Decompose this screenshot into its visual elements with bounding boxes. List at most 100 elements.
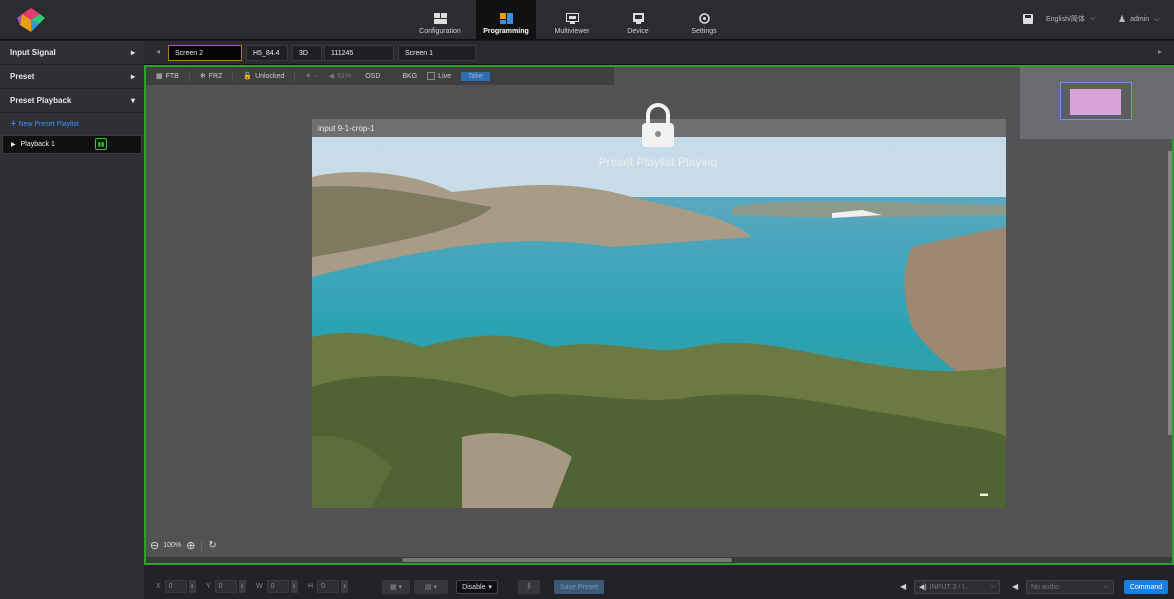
divider [232, 71, 234, 81]
layout-dropdown[interactable]: ▦ ▾ [382, 580, 410, 594]
speaker-icon: ◀ [1012, 582, 1019, 591]
lock-toggle[interactable]: 🔓 Unlocked [243, 72, 284, 81]
sidebar-item-preset[interactable]: Preset ▸ [0, 65, 144, 89]
sidebar-item-label: Preset Playback [10, 96, 72, 105]
divider [294, 71, 296, 81]
nav-multiviewer[interactable]: Multiviewer [542, 0, 602, 40]
disable-select[interactable]: Disable ▾ [456, 580, 498, 594]
ftb-button[interactable]: ▦ FTB [156, 72, 179, 81]
nav-device[interactable]: Device [608, 0, 668, 40]
chevron-right-icon: ▸ [130, 48, 135, 57]
user-icon: ♟ [1118, 14, 1127, 24]
audio-input-select[interactable]: ◀) INPUT 3 / I... ⌵ [914, 580, 1000, 594]
screen-thumbnail[interactable] [1020, 67, 1174, 139]
device-icon [632, 13, 644, 24]
osd-button[interactable]: OSD [365, 73, 380, 80]
playing-icon[interactable]: ▮▮ [95, 138, 107, 150]
volume-control[interactable]: ◀ 61% [328, 72, 351, 81]
layer-dropdown[interactable]: ▤ ▾ [414, 580, 448, 594]
tab-111245[interactable]: 111245 [324, 45, 394, 61]
divider [188, 71, 190, 81]
canvas-toolbar: ▦ FTB ❄ FRZ 🔓 Unlocked ✷ -- ◀ 61% OSD BKG Liv… [146, 67, 614, 85]
frz-button[interactable]: ❄ FRZ [199, 72, 223, 81]
x-stepper[interactable]: ⇕ [188, 580, 196, 593]
bottom-bar: X 0 ⇕ Y 0 ⇕ W 0 ⇕ H 0 ⇕ ▦ ▾ ▤ ▾ Disable ▾… [144, 565, 1174, 599]
overlay-message: Preset Playlist Playing [598, 155, 718, 169]
brightness-control[interactable]: ✷ -- [305, 72, 319, 81]
tab-label: Screen 2 [175, 49, 204, 57]
playlist-item[interactable]: ▶ Playback 1 ▮▮ [2, 135, 142, 154]
disable-label: Disable [462, 583, 486, 591]
nav-settings[interactable]: Settings [674, 0, 734, 40]
language-select[interactable]: English/简体 ⌵ [1046, 14, 1095, 24]
expand-icon: ▶ [11, 142, 16, 148]
layer-title-label: input 9-1-crop-1 [318, 123, 375, 133]
sidebar-item-input-signal[interactable]: Input Signal ▸ [0, 41, 144, 65]
w-input[interactable]: 0 [266, 580, 289, 593]
volume-icon: ◀ [328, 73, 335, 80]
tab-label: 111245 [331, 49, 354, 57]
command-button[interactable]: Command [1124, 580, 1168, 594]
freeze-icon: ❄ [199, 73, 206, 80]
ftb-icon: ▦ [156, 73, 163, 80]
reset-zoom-icon[interactable]: ↻ [208, 540, 216, 551]
align-button[interactable]: ⫼ [518, 580, 540, 594]
sidebar-item-preset-playback[interactable]: Preset Playback ▾ [0, 89, 144, 113]
zoom-in-icon[interactable]: ⊕ [186, 539, 195, 552]
nav-configuration[interactable]: Configuration [410, 0, 470, 40]
layers-icon: ▤ ▾ [424, 584, 438, 591]
h-input[interactable]: 0 [317, 580, 340, 593]
brightness-value: -- [314, 72, 319, 80]
user-menu[interactable]: ♟ admin ⌵ [1118, 14, 1159, 25]
horizontal-scrollbar[interactable] [146, 557, 1172, 563]
screen-canvas[interactable]: ▦ FTB ❄ FRZ 🔓 Unlocked ✷ -- ◀ 61% OSD BKG Liv… [144, 65, 1174, 565]
tab-h5-84-4[interactable]: H5_84.4 [246, 45, 288, 61]
vertical-scrollbar[interactable] [1168, 151, 1172, 435]
lock-icon [642, 103, 674, 147]
nav-programming-label: Programming [483, 28, 529, 35]
nav-settings-label: Settings [691, 28, 717, 35]
user-name: admin [1130, 16, 1150, 23]
audio-input-label: INPUT 3 / I... [929, 583, 971, 591]
chevron-down-icon: ⌵ [1089, 15, 1096, 22]
save-preset-button[interactable]: Save Preset [554, 580, 604, 594]
frz-label: FRZ [208, 72, 223, 80]
nav-programming[interactable]: Programming [476, 0, 536, 40]
w-stepper[interactable]: ⇕ [290, 580, 298, 593]
scrollbar-thumb[interactable] [402, 558, 732, 562]
y-input[interactable]: 0 [214, 580, 237, 593]
h-field: H 0 ⇕ [308, 580, 349, 593]
x-input[interactable]: 0 [164, 580, 187, 593]
tab-screen-1[interactable]: Screen 1 [398, 45, 476, 61]
chevron-right-icon: ▸ [130, 72, 135, 81]
scroll-right-icon[interactable]: ▸ [1158, 47, 1162, 56]
nav-device-label: Device [627, 28, 649, 35]
scroll-left-icon[interactable]: ◂ [156, 47, 160, 56]
programming-icon [499, 13, 513, 24]
x-field: X 0 ⇕ [156, 580, 196, 593]
playlist-label: Playback 1 [20, 141, 55, 148]
save-icon[interactable] [1023, 14, 1033, 24]
sidebar-item-label: Input Signal [10, 48, 56, 57]
live-checkbox[interactable]: Live [427, 72, 451, 80]
h-label: H [308, 583, 314, 590]
tab-screen-2[interactable]: Screen 2 [168, 45, 242, 61]
divider [201, 540, 203, 551]
take-button[interactable]: Take [461, 71, 490, 81]
zoom-out-icon[interactable]: ⊖ [150, 539, 159, 552]
nav-multiviewer-label: Multiviewer [554, 28, 590, 35]
new-preset-playlist-button[interactable]: + New Preset Playlist [0, 113, 144, 135]
app-logo [17, 8, 45, 32]
y-stepper[interactable]: ⇕ [238, 580, 246, 593]
speaker-icon: ◀ [900, 582, 907, 591]
x-label: X [156, 583, 161, 590]
zoom-level: 100% [163, 542, 182, 549]
h-stepper[interactable]: ⇕ [341, 580, 349, 593]
tab-3d[interactable]: 3D [292, 45, 322, 61]
layer-preview-image[interactable]: ▬ [312, 137, 1006, 508]
comment-icon[interactable]: ▬ [980, 489, 988, 498]
bkg-button[interactable]: BKG [402, 73, 417, 80]
audio-output-select[interactable]: No audio ⌵ [1026, 580, 1114, 594]
save-preset-label: Save Preset [559, 583, 599, 591]
thumbnail-viewport[interactable] [1060, 82, 1132, 120]
